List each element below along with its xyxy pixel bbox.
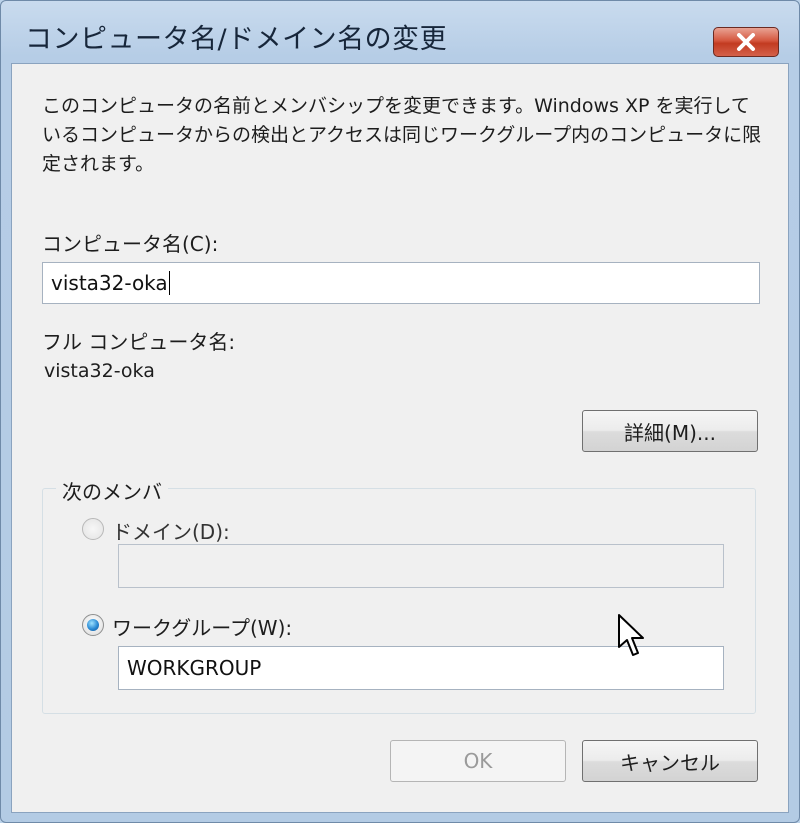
dialog-body: このコンピュータの名前とメンバシップを変更できます。Windows XP を実行… [11,63,789,813]
domain-input[interactable] [118,544,724,588]
workgroup-value: WORKGROUP [127,656,262,680]
mouse-pointer-icon [618,614,644,656]
full-computer-name-label: フル コンピュータ名: [42,330,236,354]
computer-name-value: vista32-oka [51,271,168,295]
domain-label: ドメイン(D): [112,520,230,544]
title-bar[interactable]: コンピュータ名/ドメイン名の変更 [1,1,799,63]
radio-selected-dot [87,619,99,631]
domain-radio[interactable] [82,518,104,540]
computer-name-input[interactable]: vista32-oka [42,262,760,304]
description-text: このコンピュータの名前とメンバシップを変更できます。Windows XP を実行… [42,95,762,175]
membership-title: 次のメンバ [56,476,168,505]
ok-button[interactable]: OK [390,740,566,782]
computer-name-label: コンピュータ名(C): [42,232,219,256]
full-computer-name-value: vista32-oka [44,360,155,382]
details-button[interactable]: 詳細(M)... [582,410,758,452]
dialog-window: コンピュータ名/ドメイン名の変更 このコンピュータの名前とメンバシップを変更でき… [0,0,800,823]
window-title: コンピュータ名/ドメイン名の変更 [25,24,448,55]
workgroup-radio[interactable] [82,614,104,636]
text-caret [168,271,170,295]
cancel-button[interactable]: キャンセル [582,740,758,782]
workgroup-label: ワークグループ(W): [112,616,293,640]
close-icon [737,33,755,51]
close-button[interactable] [713,27,779,57]
